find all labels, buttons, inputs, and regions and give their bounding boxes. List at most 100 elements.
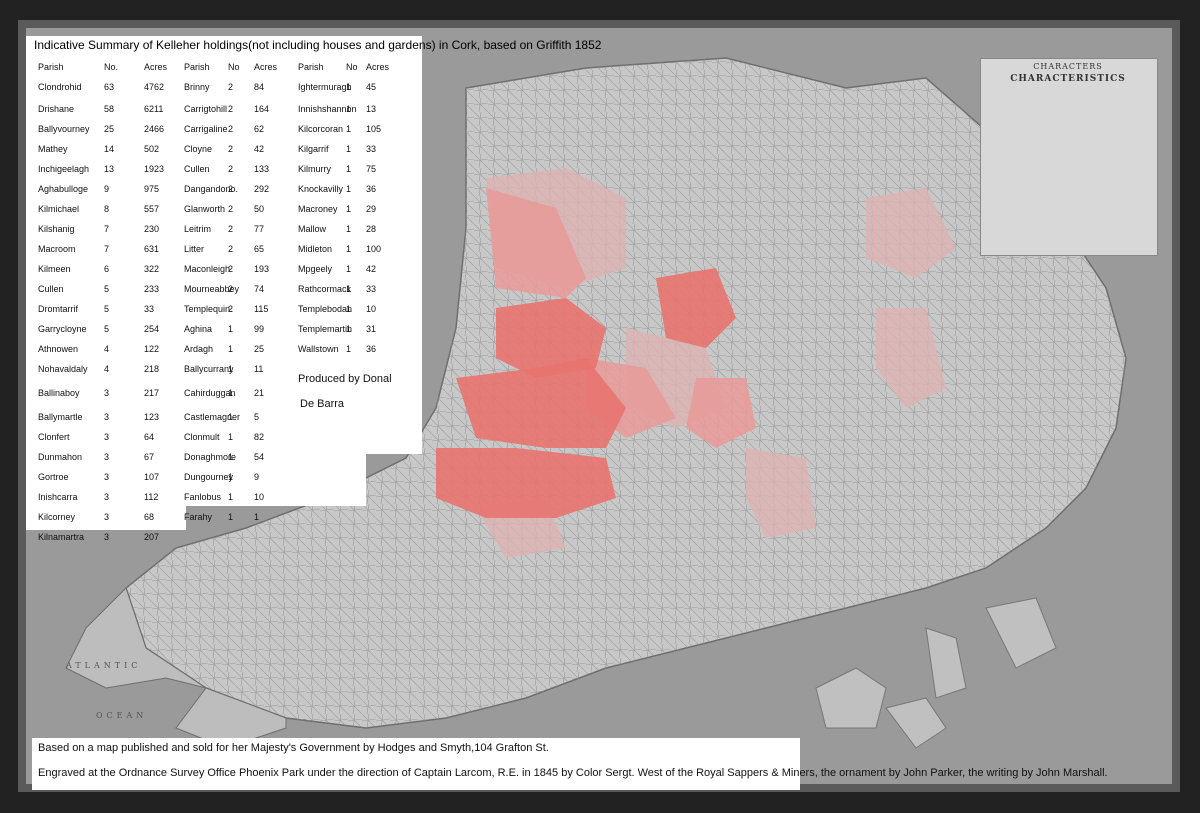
parish-name: Kilmeen <box>38 264 71 274</box>
holding-count: 3 <box>104 492 110 502</box>
holding-acres: 1923 <box>144 164 165 174</box>
holding-acres: 33 <box>144 304 155 314</box>
parish-name: Carrigtohill <box>184 104 228 114</box>
holding-acres: 45 <box>366 82 377 92</box>
parish-name: Knockavilly <box>298 184 344 194</box>
parish-name: Garrycloyne <box>38 324 87 334</box>
parish-name: Aghina <box>184 324 213 334</box>
parish-name: Kilcorcoran <box>298 124 344 134</box>
parish-name: Dunmahon <box>38 452 83 462</box>
holding-count: 5 <box>104 324 110 334</box>
parish-name: Carrigaline <box>184 124 228 134</box>
holding-acres: 68 <box>144 512 155 522</box>
table-header-cell: Acres <box>366 62 390 72</box>
parish-name: Midleton <box>298 244 333 254</box>
parish-name: Cullen <box>38 284 64 294</box>
table-header-cell: No <box>346 62 358 72</box>
holding-acres: 21 <box>254 388 265 398</box>
parish-name: Nohavaldaly <box>38 364 88 374</box>
table-header-cell: No. <box>104 62 119 72</box>
parish-name: Leitrim <box>184 224 212 234</box>
parish-name: Macroney <box>298 204 338 214</box>
holding-acres: 10 <box>366 304 377 314</box>
holding-count: 2 <box>228 284 234 294</box>
holding-count: 2 <box>228 244 234 254</box>
inset-map <box>815 667 887 729</box>
holding-count: 2 <box>228 184 234 194</box>
holding-acres: 54 <box>254 452 265 462</box>
holding-count: 6 <box>104 264 110 274</box>
parish-name: Rathcormack <box>298 284 352 294</box>
holding-acres: 233 <box>144 284 160 294</box>
holding-count: 1 <box>346 124 352 134</box>
parish-name: Drishane <box>38 104 75 114</box>
characteristics-legend <box>980 58 1158 256</box>
holding-acres: 10 <box>254 492 265 502</box>
holding-count: 1 <box>228 412 234 422</box>
holding-count: 1 <box>346 284 352 294</box>
parish-name: Inchigeelagh <box>38 164 90 174</box>
holding-count: 1 <box>346 184 352 194</box>
holding-acres: 33 <box>366 284 377 294</box>
parish-name: Inishcarra <box>38 492 78 502</box>
parish-name: Kilmichael <box>38 204 80 214</box>
holding-acres: 42 <box>366 264 377 274</box>
parish-name: Templebodan <box>298 304 353 314</box>
holding-count: 13 <box>104 164 115 174</box>
holding-count: 3 <box>104 532 110 542</box>
holding-acres: 322 <box>144 264 160 274</box>
holding-acres: 6211 <box>144 104 164 114</box>
holding-acres: 631 <box>144 244 160 254</box>
holding-count: 1 <box>346 82 352 92</box>
parish-name: Farahy <box>184 512 213 522</box>
holding-count: 3 <box>104 472 110 482</box>
parish-name: Gortroe <box>38 472 69 482</box>
holding-count: 25 <box>104 124 115 134</box>
holding-count: 1 <box>228 512 234 522</box>
holding-count: 4 <box>104 364 110 374</box>
holding-acres: 218 <box>144 364 160 374</box>
holding-acres: 100 <box>366 244 382 254</box>
parish-name: Aghabulloge <box>38 184 89 194</box>
parish-name: Clonfert <box>38 432 70 442</box>
holding-count: 7 <box>104 244 110 254</box>
parish-name: Mpgeely <box>298 264 333 274</box>
holding-acres: 42 <box>254 144 265 154</box>
holding-count: 8 <box>104 204 110 214</box>
holding-count: 2 <box>228 164 234 174</box>
holding-count: 1 <box>228 472 234 482</box>
holding-count: 9 <box>104 184 110 194</box>
parish-name: Cloyne <box>184 144 213 154</box>
credit-line: Produced by Donal <box>298 373 392 385</box>
holding-acres: 82 <box>254 432 265 442</box>
holding-acres: 31 <box>366 324 377 334</box>
holding-acres: 11 <box>254 364 264 374</box>
table-header-cell: Acres <box>254 62 278 72</box>
holding-acres: 50 <box>254 204 265 214</box>
parish-name: Dromtarrif <box>38 304 78 314</box>
parish-name: Ballyvourney <box>38 124 90 134</box>
table-header-cell: No <box>228 62 240 72</box>
holding-acres: 254 <box>144 324 160 334</box>
holding-count: 2 <box>228 124 234 134</box>
holding-acres: 107 <box>144 472 160 482</box>
holding-acres: 9 <box>254 472 260 482</box>
holding-count: 1 <box>346 344 352 354</box>
holding-count: 1 <box>346 324 352 334</box>
holding-count: 63 <box>104 82 115 92</box>
holding-acres: 2466 <box>144 124 165 134</box>
parish-name: Dungourney <box>184 472 234 482</box>
holding-acres: 207 <box>144 532 160 542</box>
parish-name: Clondrohid <box>38 82 82 92</box>
holding-acres: 4762 <box>144 82 165 92</box>
holding-count: 1 <box>228 388 234 398</box>
holding-acres: 193 <box>254 264 270 274</box>
holding-acres: 164 <box>254 104 270 114</box>
parish-name: Litter <box>184 244 205 254</box>
holding-acres: 230 <box>144 224 160 234</box>
holding-acres: 123 <box>144 412 160 422</box>
holding-count: 5 <box>104 284 110 294</box>
holding-count: 1 <box>228 452 234 462</box>
parish-name: Athnowen <box>38 344 79 354</box>
parish-name: Ardagh <box>184 344 214 354</box>
